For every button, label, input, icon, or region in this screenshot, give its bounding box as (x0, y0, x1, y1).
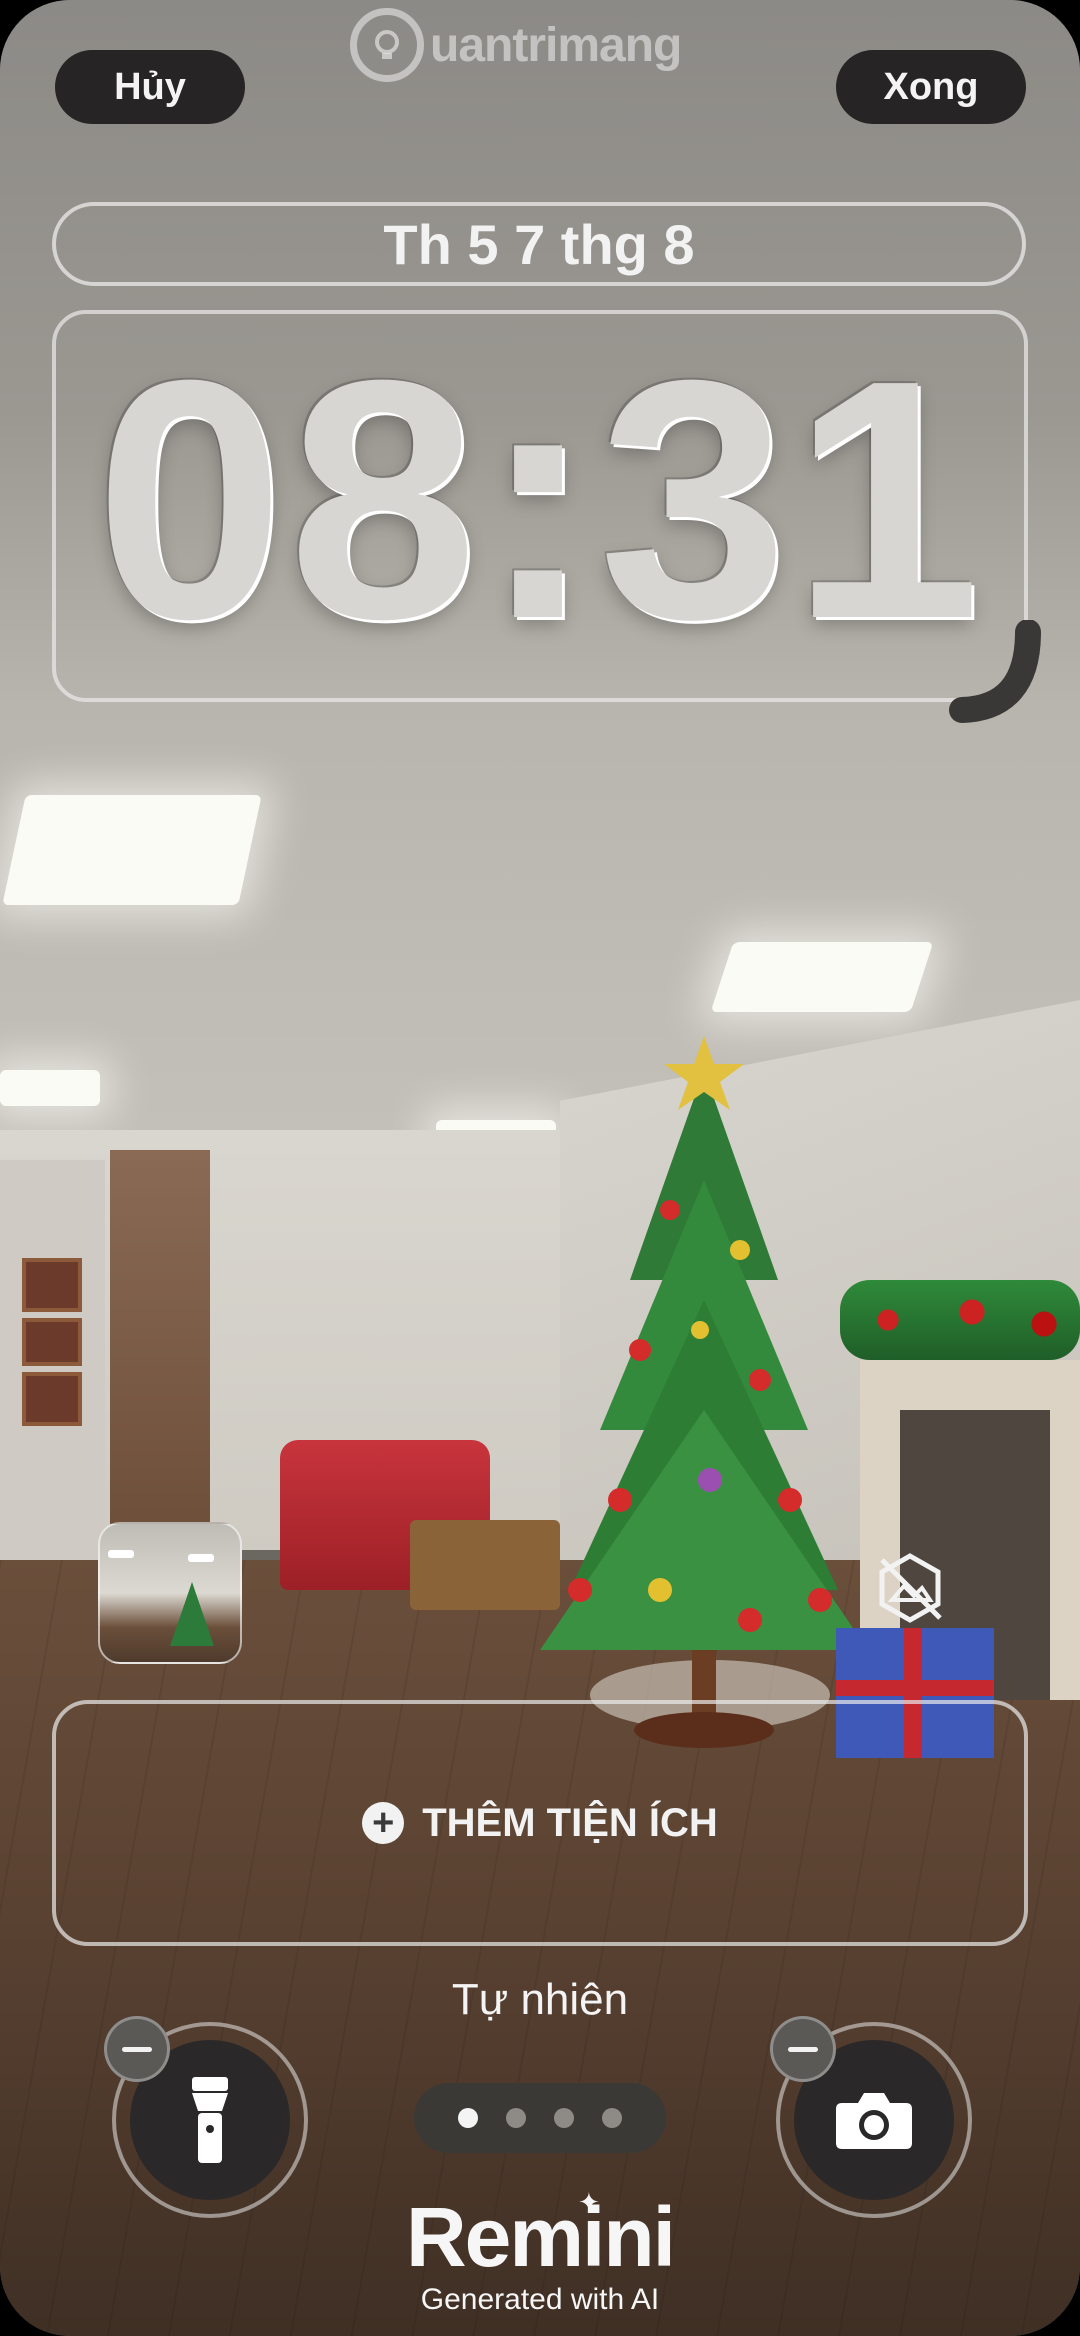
page-dot (554, 2108, 574, 2128)
page-dot (506, 2108, 526, 2128)
remove-flashlight-button[interactable] (104, 2016, 170, 2082)
remini-title: Remini (405, 2190, 676, 2284)
wall-picture-frame (22, 1258, 82, 1312)
page-dot (458, 2108, 478, 2128)
ceiling-light (0, 1070, 100, 1106)
remini-branding: ✦ Remini Generated with AI (380, 2187, 700, 2325)
wallpaper-thumbnail[interactable] (98, 1522, 242, 1664)
page-dot (602, 2108, 622, 2128)
remove-camera-button[interactable] (770, 2016, 836, 2082)
minus-icon (788, 2046, 818, 2052)
wallpaper-style-label: Tự nhiên (451, 1975, 629, 2024)
minus-icon (122, 2046, 152, 2052)
camera-icon (836, 2093, 912, 2149)
flashlight-icon (192, 2077, 228, 2163)
lightbulb-icon (350, 8, 424, 82)
wallpaper-page-indicator[interactable] (414, 2083, 666, 2153)
add-widgets-button[interactable]: + THÊM TIỆN ÍCH (52, 1700, 1028, 1946)
thumbnail-tree (170, 1582, 214, 1646)
lockscreen-editor: uantrimang Hủy Xong Th 5 7 thg 8 08:31 +… (0, 0, 1080, 2336)
date-text: Th 5 7 thg 8 (383, 212, 695, 276)
thumbnail-light (108, 1550, 134, 1558)
wall-picture-frame (22, 1372, 82, 1426)
cancel-button[interactable]: Hủy (55, 50, 245, 124)
clock-time: 08:31 (95, 310, 985, 690)
sparkle-icon: ✦ (578, 2187, 600, 2217)
add-widgets-label: THÊM TIỆN ÍCH (422, 1800, 718, 1845)
plus-circle-icon: + (362, 1802, 405, 1844)
watermark: uantrimang (350, 0, 730, 90)
date-widget[interactable]: Th 5 7 thg 8 (52, 202, 1026, 286)
bookshelf (110, 1150, 210, 1530)
wall-picture-frame (22, 1318, 82, 1366)
clock-resize-handle[interactable] (948, 620, 1048, 730)
depth-effect-off-icon[interactable] (874, 1552, 946, 1624)
ceiling-light (710, 942, 934, 1012)
remini-subtitle: Generated with AI (420, 2283, 660, 2316)
watermark-text: uantrimang (430, 18, 682, 72)
done-button[interactable]: Xong (836, 50, 1026, 124)
thumbnail-light (188, 1554, 214, 1562)
ceiling-light (2, 795, 262, 905)
